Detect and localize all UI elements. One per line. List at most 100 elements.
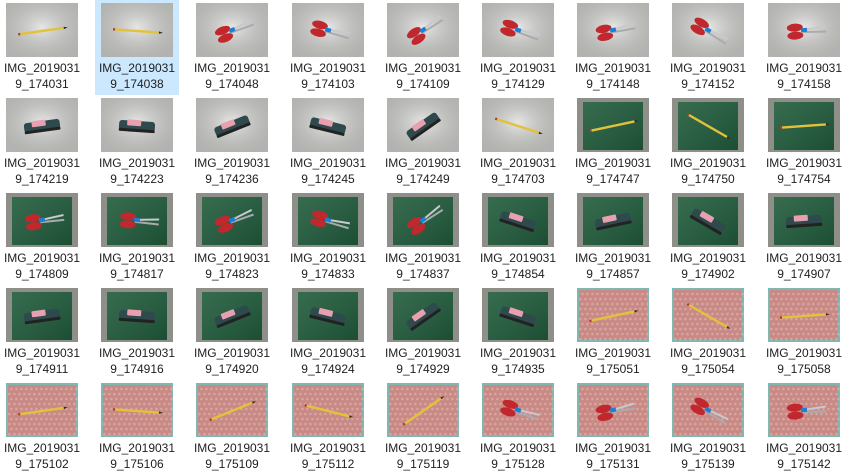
- file-item[interactable]: IMG_2019031 9_174754: [762, 95, 844, 190]
- image-thumbnail[interactable]: [6, 3, 78, 57]
- file-item[interactable]: IMG_2019031 9_174924: [286, 285, 370, 380]
- file-item[interactable]: IMG_2019031 9_175051: [571, 285, 655, 380]
- file-item[interactable]: IMG_2019031 9_174038: [95, 0, 179, 95]
- image-thumbnail[interactable]: [577, 193, 649, 247]
- file-item[interactable]: IMG_2019031 9_174158: [762, 0, 844, 95]
- image-thumbnail[interactable]: [6, 383, 78, 437]
- file-name-line: 9_174823: [205, 267, 259, 281]
- image-thumbnail[interactable]: [387, 383, 459, 437]
- file-item[interactable]: IMG_2019031 9_174031: [0, 0, 84, 95]
- image-thumbnail[interactable]: [577, 98, 649, 152]
- image-thumbnail[interactable]: [672, 3, 744, 57]
- file-item[interactable]: IMG_2019031 9_175109: [190, 380, 274, 475]
- file-item[interactable]: IMG_2019031 9_175139: [666, 380, 750, 475]
- file-name-label: IMG_2019031 9_175054: [666, 345, 750, 377]
- image-thumbnail[interactable]: [196, 288, 268, 342]
- file-name-line: 9_174152: [681, 77, 735, 91]
- file-item[interactable]: IMG_2019031 9_174916: [95, 285, 179, 380]
- image-thumbnail[interactable]: [6, 288, 78, 342]
- image-thumbnail[interactable]: [577, 288, 649, 342]
- image-thumbnail[interactable]: [482, 288, 554, 342]
- image-thumbnail[interactable]: [672, 193, 744, 247]
- image-thumbnail[interactable]: [387, 288, 459, 342]
- file-item[interactable]: IMG_2019031 9_174929: [381, 285, 465, 380]
- file-item[interactable]: IMG_2019031 9_174152: [666, 0, 750, 95]
- file-item[interactable]: IMG_2019031 9_174109: [381, 0, 465, 95]
- image-thumbnail[interactable]: [768, 288, 840, 342]
- image-thumbnail[interactable]: [387, 3, 459, 57]
- image-thumbnail[interactable]: [101, 3, 173, 57]
- file-item[interactable]: IMG_2019031 9_174833: [286, 190, 370, 285]
- file-item[interactable]: IMG_2019031 9_174219: [0, 95, 84, 190]
- image-thumbnail[interactable]: [292, 288, 364, 342]
- file-item[interactable]: IMG_2019031 9_175112: [286, 380, 370, 475]
- image-thumbnail[interactable]: [101, 98, 173, 152]
- file-item[interactable]: IMG_2019031 9_174148: [571, 0, 655, 95]
- image-thumbnail[interactable]: [768, 383, 840, 437]
- file-item[interactable]: IMG_2019031 9_175142: [762, 380, 844, 475]
- file-item[interactable]: IMG_2019031 9_174920: [190, 285, 274, 380]
- file-item[interactable]: IMG_2019031 9_175058: [762, 285, 844, 380]
- file-item[interactable]: IMG_2019031 9_174817: [95, 190, 179, 285]
- image-thumbnail[interactable]: [672, 288, 744, 342]
- image-thumbnail[interactable]: [101, 288, 173, 342]
- image-thumbnail[interactable]: [6, 98, 78, 152]
- file-name-line: IMG_2019031: [574, 441, 652, 455]
- file-item[interactable]: IMG_2019031 9_174103: [286, 0, 370, 95]
- image-thumbnail[interactable]: [6, 193, 78, 247]
- file-item[interactable]: IMG_2019031 9_174747: [571, 95, 655, 190]
- image-thumbnail[interactable]: [196, 3, 268, 57]
- file-item[interactable]: IMG_2019031 9_174236: [190, 95, 274, 190]
- image-thumbnail[interactable]: [292, 3, 364, 57]
- file-item[interactable]: IMG_2019031 9_174703: [476, 95, 560, 190]
- file-name-label: IMG_2019031 9_175058: [762, 345, 844, 377]
- file-item[interactable]: IMG_2019031 9_174935: [476, 285, 560, 380]
- file-name-line: 9_175106: [110, 457, 164, 471]
- file-item[interactable]: IMG_2019031 9_174129: [476, 0, 560, 95]
- image-thumbnail[interactable]: [292, 193, 364, 247]
- image-thumbnail[interactable]: [577, 383, 649, 437]
- file-name-line: 9_175128: [491, 457, 545, 471]
- image-thumbnail[interactable]: [196, 193, 268, 247]
- image-thumbnail[interactable]: [768, 98, 840, 152]
- image-thumbnail[interactable]: [672, 98, 744, 152]
- image-thumbnail[interactable]: [196, 98, 268, 152]
- image-thumbnail[interactable]: [672, 383, 744, 437]
- file-item[interactable]: IMG_2019031 9_174048: [190, 0, 274, 95]
- file-item[interactable]: IMG_2019031 9_175106: [95, 380, 179, 475]
- file-name-line: 9_174038: [110, 77, 164, 91]
- file-item[interactable]: IMG_2019031 9_174750: [666, 95, 750, 190]
- image-thumbnail[interactable]: [577, 3, 649, 57]
- image-thumbnail[interactable]: [482, 3, 554, 57]
- file-item[interactable]: IMG_2019031 9_175054: [666, 285, 750, 380]
- image-thumbnail[interactable]: [482, 193, 554, 247]
- file-item[interactable]: IMG_2019031 9_174854: [476, 190, 560, 285]
- file-item[interactable]: IMG_2019031 9_175131: [571, 380, 655, 475]
- file-item[interactable]: IMG_2019031 9_174857: [571, 190, 655, 285]
- file-item[interactable]: IMG_2019031 9_174823: [190, 190, 274, 285]
- file-item[interactable]: IMG_2019031 9_174223: [95, 95, 179, 190]
- image-thumbnail[interactable]: [768, 3, 840, 57]
- file-item[interactable]: IMG_2019031 9_174809: [0, 190, 84, 285]
- image-thumbnail[interactable]: [292, 383, 364, 437]
- file-name-line: 9_174048: [205, 77, 259, 91]
- file-item[interactable]: IMG_2019031 9_174902: [666, 190, 750, 285]
- image-thumbnail[interactable]: [387, 193, 459, 247]
- image-thumbnail[interactable]: [387, 98, 459, 152]
- image-thumbnail[interactable]: [101, 383, 173, 437]
- file-item[interactable]: IMG_2019031 9_174907: [762, 190, 844, 285]
- image-thumbnail[interactable]: [482, 383, 554, 437]
- file-item[interactable]: IMG_2019031 9_174837: [381, 190, 465, 285]
- file-item[interactable]: IMG_2019031 9_175128: [476, 380, 560, 475]
- file-name-line: 9_174750: [681, 172, 735, 186]
- image-thumbnail[interactable]: [292, 98, 364, 152]
- file-item[interactable]: IMG_2019031 9_174249: [381, 95, 465, 190]
- image-thumbnail[interactable]: [196, 383, 268, 437]
- image-thumbnail[interactable]: [101, 193, 173, 247]
- image-thumbnail[interactable]: [768, 193, 840, 247]
- image-thumbnail[interactable]: [482, 98, 554, 152]
- file-item[interactable]: IMG_2019031 9_175119: [381, 380, 465, 475]
- file-item[interactable]: IMG_2019031 9_175102: [0, 380, 84, 475]
- file-item[interactable]: IMG_2019031 9_174911: [0, 285, 84, 380]
- file-item[interactable]: IMG_2019031 9_174245: [286, 95, 370, 190]
